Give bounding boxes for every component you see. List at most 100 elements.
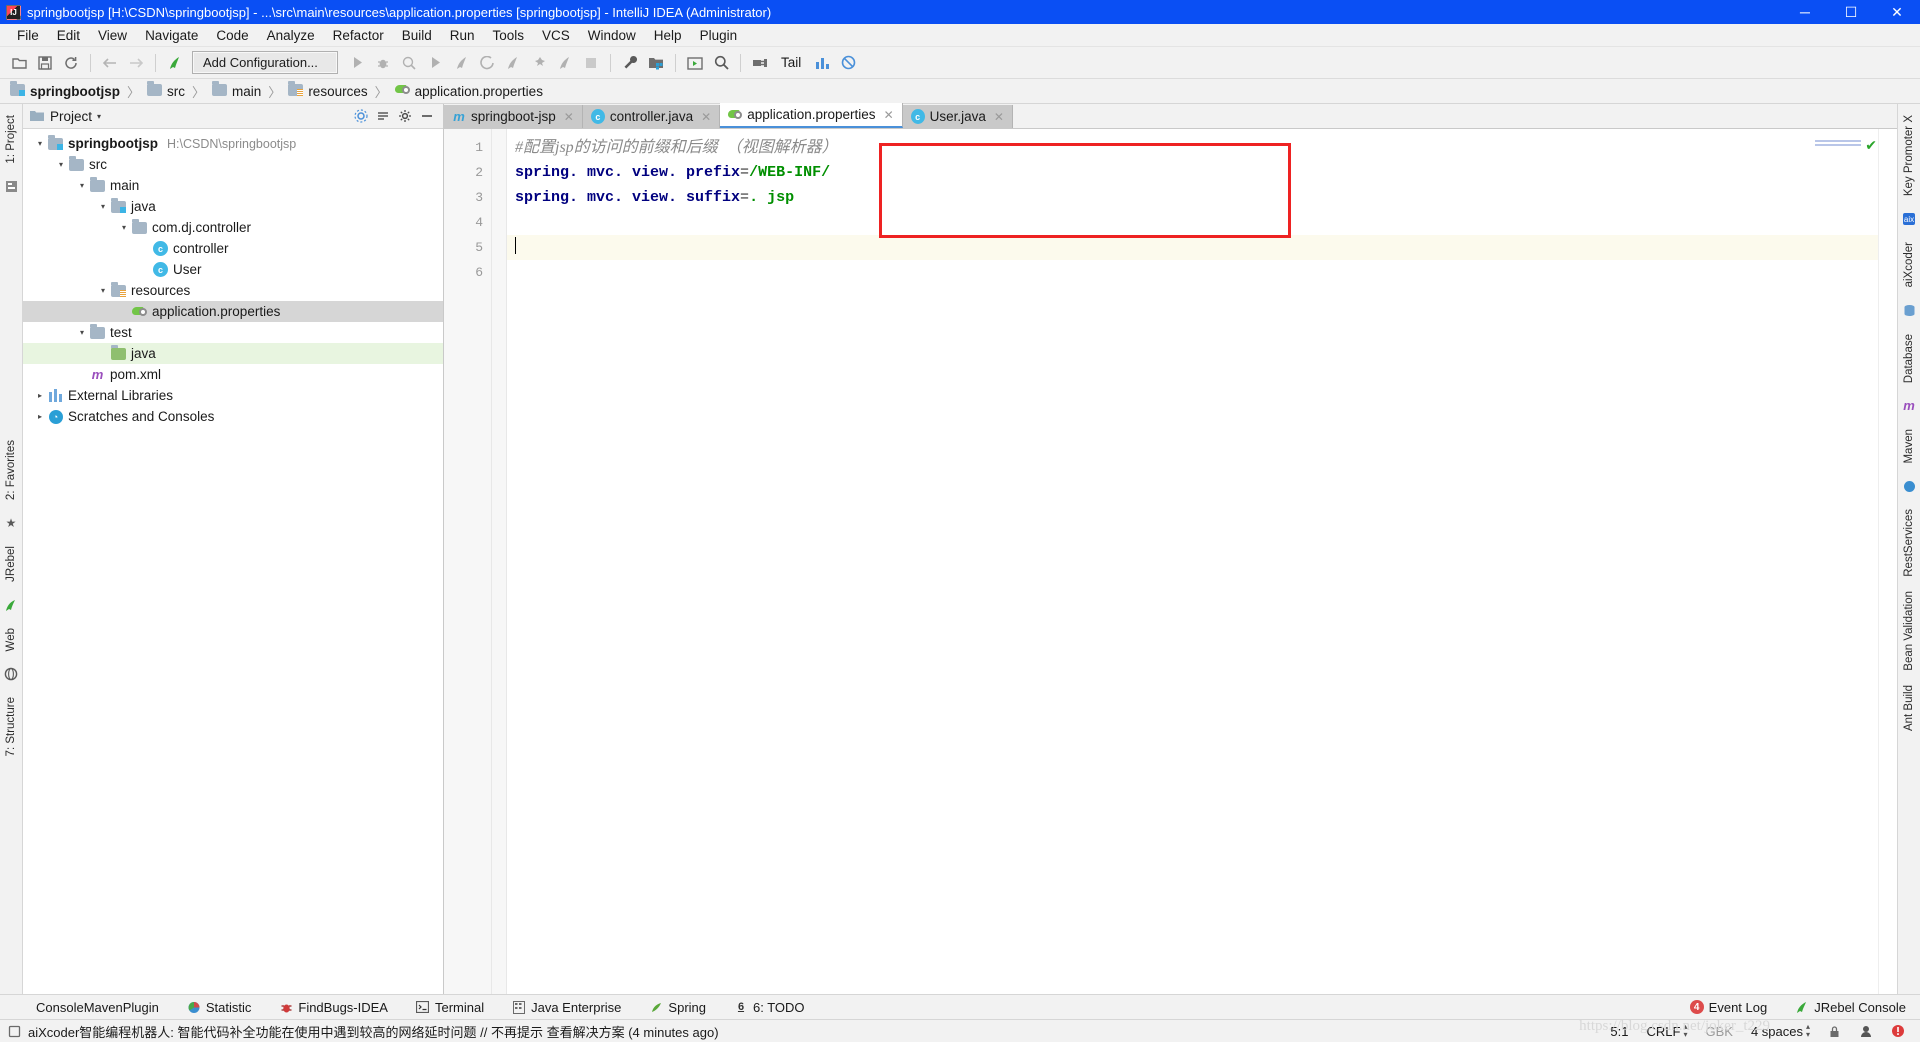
- menu-item-tools[interactable]: Tools: [484, 26, 534, 45]
- menu-item-help[interactable]: Help: [645, 26, 691, 45]
- search-everywhere-icon[interactable]: [710, 52, 732, 74]
- menu-item-view[interactable]: View: [89, 26, 136, 45]
- code-content[interactable]: #配置jsp的访问的前缀和后缀 （视图解析器） spring. mvc. view…: [507, 129, 1897, 994]
- menu-item-navigate[interactable]: Navigate: [136, 26, 207, 45]
- structure-icon[interactable]: [2, 178, 20, 196]
- maximize-button[interactable]: ☐: [1828, 0, 1874, 24]
- disable-icon[interactable]: [837, 52, 859, 74]
- sidebar-item-restservices[interactable]: RestServices: [1901, 502, 1917, 584]
- chevron-down-icon[interactable]: ▾: [75, 181, 89, 190]
- menu-item-vcs[interactable]: VCS: [533, 26, 579, 45]
- tree-node-application-properties[interactable]: application.properties: [23, 301, 443, 322]
- sidebar-item-project[interactable]: 1: Project: [3, 108, 19, 171]
- save-all-icon[interactable]: [34, 52, 56, 74]
- tree-node-main[interactable]: ▾ main: [23, 175, 443, 196]
- sidebar-item-ant-build[interactable]: Ant Build: [1901, 678, 1917, 738]
- favorites-star-icon[interactable]: ★: [2, 514, 20, 532]
- line-separator[interactable]: CRLF ▴ ▾: [1638, 1023, 1697, 1039]
- restservices-icon[interactable]: [1900, 477, 1918, 495]
- run-with-coverage-icon[interactable]: [398, 52, 420, 74]
- forward-arrow-icon[interactable]: [125, 52, 147, 74]
- bottom-tool-consolemavenplugin[interactable]: ConsoleMavenPlugin: [22, 1000, 173, 1015]
- bottom-tool-findbugs-idea[interactable]: FindBugs-IDEA: [265, 1000, 402, 1015]
- tree-node-com-dj-controller[interactable]: ▾ com.dj.controller: [23, 217, 443, 238]
- editor-tab-controller-java[interactable]: c controller.java ✕: [582, 105, 721, 128]
- sidebar-item-structure[interactable]: 7: Structure: [3, 690, 19, 763]
- editor-tab-application-properties[interactable]: application.properties ✕: [720, 103, 903, 128]
- tree-node-springbootjsp[interactable]: ▾ springbootjsp H:\CSDN\springbootjsp: [23, 133, 443, 154]
- run-alt-icon[interactable]: [424, 52, 446, 74]
- tree-node-java[interactable]: ▾ java: [23, 196, 443, 217]
- sidebar-item-bean-validation[interactable]: Bean Validation: [1901, 584, 1917, 678]
- breadcrumb-item-application-properties[interactable]: application.properties: [393, 83, 545, 99]
- open-folder-icon[interactable]: [8, 52, 30, 74]
- sidebar-item-favorites[interactable]: 2: Favorites: [3, 433, 19, 507]
- tree-node-scratches-and-consoles[interactable]: ▸ ◔ Scratches and Consoles: [23, 406, 443, 427]
- close-button[interactable]: ✕: [1874, 0, 1920, 24]
- breadcrumb-item-src[interactable]: src: [145, 80, 187, 99]
- menu-item-window[interactable]: Window: [579, 26, 645, 45]
- collapse-all-icon[interactable]: [373, 106, 393, 126]
- caret-position[interactable]: 5:1: [1601, 1024, 1637, 1039]
- chevron-down-icon[interactable]: ▾: [117, 223, 131, 232]
- code-folding-column[interactable]: [492, 129, 507, 994]
- menu-item-analyze[interactable]: Analyze: [258, 26, 324, 45]
- tree-node-pom-xml[interactable]: m pom.xml: [23, 364, 443, 385]
- tree-node-test[interactable]: ▾ test: [23, 322, 443, 343]
- sidebar-item-jrebel[interactable]: JRebel: [3, 539, 19, 589]
- close-tab-icon[interactable]: ✕: [884, 108, 894, 122]
- code-line-2[interactable]: spring. mvc. view. prefix=/WEB-INF/: [507, 160, 1897, 185]
- bottom-tool-java-enterprise[interactable]: Java Enterprise: [498, 1000, 635, 1015]
- close-tab-icon[interactable]: ✕: [564, 110, 574, 124]
- menu-item-file[interactable]: File: [8, 26, 48, 45]
- project-structure-icon[interactable]: [645, 52, 667, 74]
- code-line-5[interactable]: [507, 235, 1897, 260]
- notification-icon[interactable]: [6, 1023, 22, 1039]
- settings-wrench-icon[interactable]: [619, 52, 641, 74]
- menu-item-edit[interactable]: Edit: [48, 26, 89, 45]
- settings-gear-icon[interactable]: [395, 106, 415, 126]
- minimize-button[interactable]: ─: [1782, 0, 1828, 24]
- web-globe-icon[interactable]: [2, 665, 20, 683]
- menu-item-refactor[interactable]: Refactor: [324, 26, 393, 45]
- lock-icon[interactable]: [1819, 1025, 1850, 1038]
- code-line-1[interactable]: #配置jsp的访问的前缀和后缀 （视图解析器）: [507, 135, 1897, 160]
- database-icon[interactable]: [1900, 302, 1918, 320]
- bottom-tool-6--todo[interactable]: 6 6: TODO: [720, 1000, 819, 1015]
- close-tab-icon[interactable]: ✕: [994, 110, 1004, 124]
- chart-icon[interactable]: [811, 52, 833, 74]
- menu-item-run[interactable]: Run: [441, 26, 484, 45]
- run-icon[interactable]: [346, 52, 368, 74]
- jrebel-icon[interactable]: [164, 52, 186, 74]
- maven-icon[interactable]: m: [1900, 397, 1918, 415]
- code-line-3[interactable]: spring. mvc. view. suffix=. jsp: [507, 185, 1897, 210]
- error-stripe-marks[interactable]: [1878, 129, 1897, 994]
- tree-node-src[interactable]: ▾ src: [23, 154, 443, 175]
- file-encoding[interactable]: GBK: [1696, 1024, 1741, 1039]
- sidebar-item-maven[interactable]: Maven: [1901, 422, 1917, 471]
- jrebel-leaf-icon[interactable]: [2, 596, 20, 614]
- menu-item-code[interactable]: Code: [207, 26, 257, 45]
- menu-item-build[interactable]: Build: [393, 26, 441, 45]
- sidebar-item-key-promoter-x[interactable]: Key Promoter X: [1901, 108, 1917, 203]
- back-arrow-icon[interactable]: [99, 52, 121, 74]
- debug-icon[interactable]: [372, 52, 394, 74]
- inspector-icon[interactable]: [1850, 1024, 1882, 1038]
- jrebel-run-icon[interactable]: [450, 52, 472, 74]
- bottom-tool-event-log[interactable]: 4 Event Log: [1676, 1000, 1782, 1015]
- breadcrumb-item-main[interactable]: main: [210, 80, 263, 99]
- chevron-down-icon[interactable]: ▾: [96, 202, 110, 211]
- chevron-down-icon[interactable]: ▾: [96, 286, 110, 295]
- plug-icon[interactable]: [749, 52, 771, 74]
- console-icon[interactable]: [684, 52, 706, 74]
- tree-node-java[interactable]: java: [23, 343, 443, 364]
- tree-node-user[interactable]: c User: [23, 259, 443, 280]
- chevron-down-icon[interactable]: ▾: [97, 112, 101, 121]
- bottom-tool-spring[interactable]: Spring: [635, 1000, 720, 1015]
- sidebar-item-web[interactable]: Web: [3, 621, 19, 658]
- code-minimap[interactable]: [1815, 140, 1861, 148]
- jrebel-run-jr-icon[interactable]: [502, 52, 524, 74]
- editor-tab-user-java[interactable]: c User.java ✕: [902, 105, 1013, 128]
- jrebel-coverage-icon[interactable]: [554, 52, 576, 74]
- tree-node-resources[interactable]: ▾ resources: [23, 280, 443, 301]
